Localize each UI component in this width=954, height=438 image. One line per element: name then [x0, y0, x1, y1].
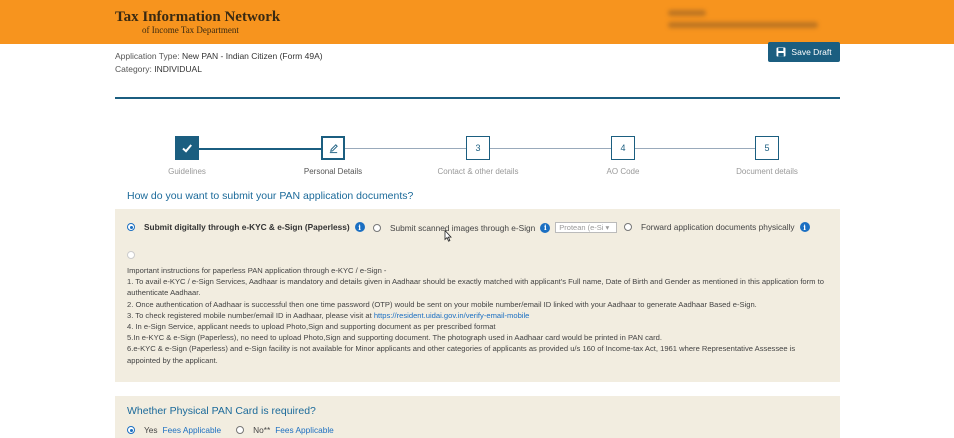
progress-stepper: Guidelines Personal Details 3 Contact & …: [115, 132, 840, 182]
instruction-item: 6.e-KYC & e-Sign (Paperless) and e-Sign …: [127, 344, 796, 365]
site-header: Tax Information Network of Income Tax De…: [0, 0, 954, 44]
option-label: Forward application documents physically: [641, 222, 795, 232]
mouse-cursor-icon: [444, 230, 452, 242]
chevron-down-icon: ▾: [605, 223, 610, 232]
option-scanned-esign[interactable]: Submit scanned images through e-Sign i P…: [373, 222, 618, 233]
step-label: Document details: [736, 167, 798, 176]
blurred-user-info: [668, 10, 828, 34]
step-number: 3: [466, 136, 490, 160]
submission-panel: Submit digitally through e-KYC & e-Sign …: [115, 209, 840, 382]
step-document-details[interactable]: 5 Document details: [707, 132, 827, 176]
step-ao-code[interactable]: 4 AO Code: [563, 132, 683, 176]
header-divider: [115, 97, 840, 99]
application-type-value: New PAN - Indian Citizen (Form 49A): [181, 51, 323, 61]
step-label: Personal Details: [303, 167, 363, 176]
submission-options: Submit digitally through e-KYC & e-Sign …: [127, 222, 827, 236]
instruction-item: 5.In e-KYC & e-Sign (Paperless), no need…: [127, 333, 662, 343]
info-icon[interactable]: i: [354, 222, 365, 232]
instruction-item: 1. To avail e-KYC / e-Sign Services, Aad…: [127, 277, 824, 298]
instruction-item: 4. In e-Sign Service, applicant needs to…: [127, 322, 496, 332]
instruction-item: 3. To check registered mobile number/ema…: [127, 310, 372, 320]
physical-pan-question: Whether Physical PAN Card is required?: [127, 405, 316, 417]
select-value: Protean (e-Si: [559, 223, 604, 232]
info-icon[interactable]: i: [799, 222, 810, 232]
physical-pan-options: Yes Fees Applicable No** Fees Applicable: [127, 425, 334, 435]
radio-scanned-esign[interactable]: [373, 223, 381, 232]
save-draft-label: Save Draft: [791, 47, 832, 57]
logo-title: Tax Information Network: [115, 9, 281, 25]
instructions-block: Important instructions for paperless PAN…: [127, 265, 827, 366]
radio-ekyc-esign[interactable]: [127, 223, 135, 231]
application-type-label: Application Type:: [115, 51, 180, 61]
save-draft-button[interactable]: Save Draft: [768, 42, 840, 62]
application-info: Application Type: New PAN - Indian Citiz…: [115, 50, 323, 76]
info-icon[interactable]: i: [540, 222, 551, 233]
category-value: INDIVIDUAL: [154, 64, 202, 74]
tin-logo[interactable]: Tax Information Network of Income Tax De…: [115, 9, 280, 35]
radio-forward-physically[interactable]: [624, 223, 632, 231]
no-fees-link[interactable]: Fees Applicable: [275, 425, 334, 435]
yes-label: Yes: [144, 425, 158, 435]
instruction-item: 2. Once authentication of Aadhaar is suc…: [127, 299, 757, 309]
uidai-verify-link[interactable]: https://resident.uidai.gov.in/verify-ema…: [374, 311, 530, 320]
esign-provider-select[interactable]: Protean (e-Si ▾: [555, 222, 618, 233]
option-ekyc-esign[interactable]: Submit digitally through e-KYC & e-Sign …: [127, 222, 365, 232]
instructions-heading: Important instructions for paperless PAN…: [127, 266, 387, 275]
step-number: 4: [611, 136, 635, 160]
step-guidelines[interactable]: Guidelines: [127, 132, 247, 176]
step-label: Contact & other details: [437, 167, 519, 176]
step-contact-details[interactable]: 3 Contact & other details: [418, 132, 538, 176]
radio-faded: [127, 246, 135, 264]
logo-subtitle: of Income Tax Department: [142, 25, 239, 35]
yes-fees-link[interactable]: Fees Applicable: [163, 425, 222, 435]
step-label: Guidelines: [168, 167, 206, 176]
step-number: 5: [755, 136, 779, 160]
step-label: AO Code: [606, 167, 640, 176]
instruction-item-link-row: 3. To check registered mobile number/ema…: [127, 310, 827, 321]
step-personal-details[interactable]: Personal Details: [273, 132, 393, 176]
radio-physical-yes[interactable]: [127, 426, 135, 434]
radio-physical-no[interactable]: [236, 426, 245, 434]
submission-question: How do you want to submit your PAN appli…: [127, 190, 414, 202]
category-label: Category:: [115, 64, 152, 74]
option-forward-physically[interactable]: Forward application documents physically…: [624, 222, 810, 232]
no-label: No**: [253, 425, 271, 435]
floppy-disk-icon: [776, 47, 786, 57]
pencil-icon: [321, 136, 345, 160]
option-label: Submit scanned images through e-Sign: [390, 222, 536, 233]
physical-pan-panel: Whether Physical PAN Card is required? Y…: [115, 396, 840, 438]
option-label: Submit digitally through e-KYC & e-Sign …: [144, 222, 350, 232]
check-icon: [175, 136, 199, 160]
